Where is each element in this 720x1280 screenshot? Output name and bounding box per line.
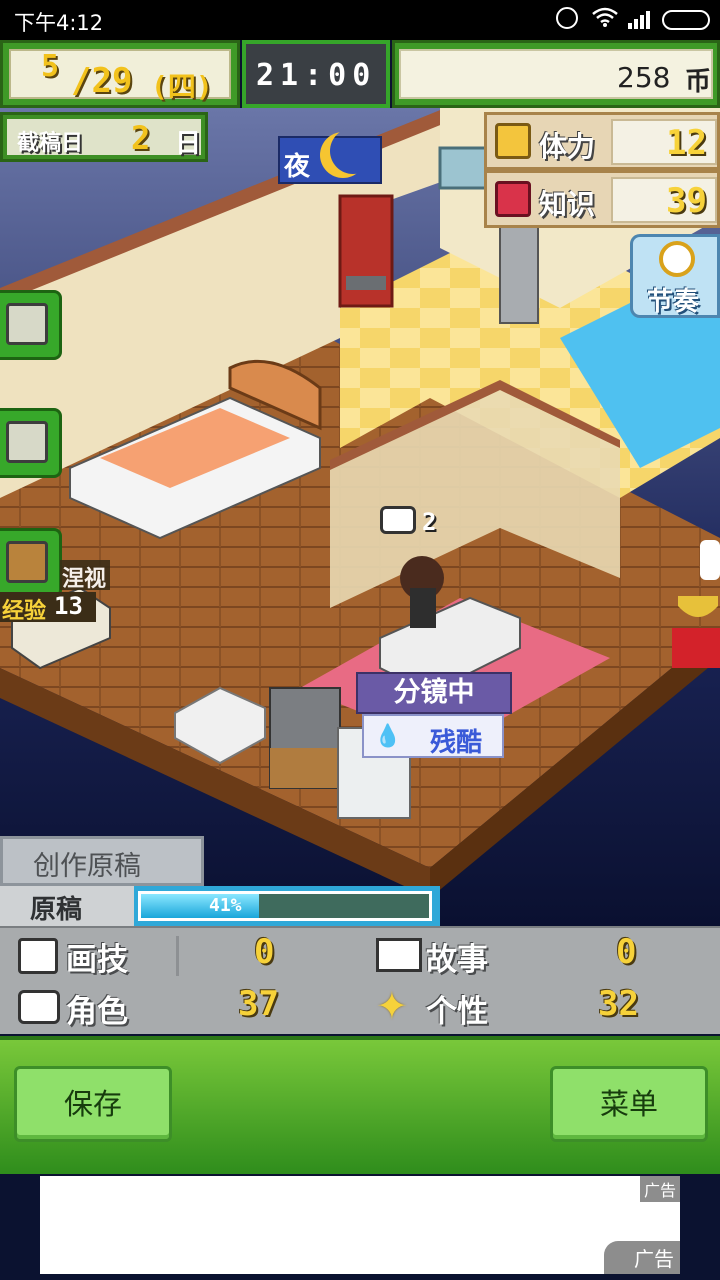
draft-progress-text: 41% bbox=[209, 895, 242, 916]
date-weekday: (四) bbox=[151, 70, 213, 103]
stamina-value: 12 bbox=[666, 123, 707, 163]
stat-story-label: 故事 bbox=[426, 942, 488, 978]
night-indicator: 夜 bbox=[278, 136, 382, 184]
draft-tab-label: 创作原稿 bbox=[33, 851, 141, 882]
wifi-icon bbox=[592, 6, 618, 33]
room-scene bbox=[0, 108, 720, 928]
draft-progress-row: 原稿 41% bbox=[0, 886, 440, 926]
status-time: 下午4:12 bbox=[14, 11, 104, 35]
date-day: /29 bbox=[71, 61, 133, 101]
stat-character-label: 角色 bbox=[66, 994, 128, 1030]
exp-value: 13 bbox=[54, 592, 83, 620]
droplets-icon: 💧 bbox=[374, 724, 402, 749]
rhythm-button[interactable]: 节奏 bbox=[630, 234, 720, 318]
draft-progress-bar: 41% bbox=[138, 891, 432, 921]
battery-icon bbox=[662, 10, 710, 30]
exp-label: 经验 bbox=[2, 599, 47, 624]
clock-panel: 21:00 bbox=[242, 40, 390, 108]
speech-bubble-icon bbox=[18, 990, 60, 1024]
book-red-icon bbox=[495, 181, 531, 217]
book-icon bbox=[376, 938, 422, 972]
menu-button[interactable]: 菜单 bbox=[550, 1066, 708, 1142]
sparkle-icon: ✦ bbox=[376, 984, 408, 1028]
speech-count: 2 bbox=[422, 508, 437, 536]
draft-tab[interactable]: 创作原稿 bbox=[0, 836, 204, 886]
brush-icon bbox=[18, 938, 58, 974]
knowledge-stat: 知识 39 bbox=[484, 170, 720, 228]
stat-personality-value: 32 bbox=[598, 984, 639, 1024]
deadline-value: 2 bbox=[131, 119, 151, 157]
signal-icon bbox=[628, 9, 654, 34]
rhythm-label: 节奏 bbox=[647, 287, 700, 317]
ad-banner[interactable]: 广告 广告 bbox=[40, 1176, 680, 1274]
ad-tag-bottom: 广告 bbox=[604, 1241, 680, 1274]
clock-time: 21:00 bbox=[256, 58, 377, 93]
stat-character-value: 37 bbox=[238, 984, 279, 1024]
activity-label-box: 分镜中 bbox=[356, 672, 512, 714]
money-panel: 258 币 bbox=[392, 40, 720, 108]
game-screen: 下午4:12 5 /29 (四) 21:00 258 币 截稿日 2 日 夜 体… bbox=[0, 0, 720, 1280]
side-tab-camera[interactable] bbox=[0, 408, 62, 478]
money-unit: 币 bbox=[685, 67, 712, 97]
alarm-icon bbox=[556, 7, 578, 29]
briefcase-icon bbox=[6, 541, 48, 583]
save-button[interactable]: 保存 bbox=[14, 1066, 172, 1142]
notebook-pen-icon bbox=[6, 303, 48, 345]
money-value: 258 bbox=[617, 61, 671, 94]
time-of-day-label: 夜 bbox=[284, 152, 311, 182]
status-bar: 下午4:12 bbox=[0, 0, 720, 40]
visitor-label: 涅视 bbox=[62, 567, 107, 592]
side-tab-write[interactable] bbox=[0, 290, 62, 360]
speech-bubble-indicator[interactable]: 2 bbox=[380, 506, 450, 542]
deadline-label: 截稿日 bbox=[17, 131, 84, 156]
stat-story-value: 0 bbox=[616, 932, 637, 972]
stamina-label: 体力 bbox=[539, 130, 596, 163]
bottom-bar: 保存 菜单 bbox=[0, 1036, 720, 1174]
stat-drawing-label: 画技 bbox=[66, 942, 128, 978]
stamina-icon bbox=[495, 123, 531, 159]
visitor-label-box: 涅视 bbox=[60, 560, 110, 592]
knowledge-value: 39 bbox=[666, 181, 707, 221]
deadline-panel: 截稿日 2 日 bbox=[0, 112, 208, 162]
stats-panel: 画技 0 故事 0 角色 37 ✦ 个性 32 bbox=[0, 926, 720, 1034]
speech-bubble-icon bbox=[380, 506, 416, 534]
deadline-unit: 日 bbox=[175, 129, 202, 159]
knowledge-label: 知识 bbox=[539, 188, 596, 221]
moon-icon bbox=[330, 128, 376, 174]
exp-badge: 经验 13 bbox=[0, 592, 96, 624]
date-panel: 5 /29 (四) bbox=[0, 40, 240, 108]
date-month: 5 bbox=[41, 49, 60, 84]
alarm-clock-icon bbox=[659, 241, 695, 277]
stat-personality-label: 个性 bbox=[426, 994, 488, 1030]
draft-label: 原稿 bbox=[0, 886, 134, 926]
camera-icon bbox=[6, 421, 48, 463]
activity-label: 分镜中 bbox=[393, 677, 475, 708]
stamina-stat: 体力 12 bbox=[484, 112, 720, 170]
ad-tag: 广告 bbox=[639, 1176, 680, 1202]
stat-drawing-value: 0 bbox=[254, 932, 275, 972]
mood-label-box: 💧 残酷 bbox=[362, 714, 504, 758]
side-tab-briefcase[interactable] bbox=[0, 528, 62, 598]
mood-label: 残酷 bbox=[430, 728, 483, 758]
